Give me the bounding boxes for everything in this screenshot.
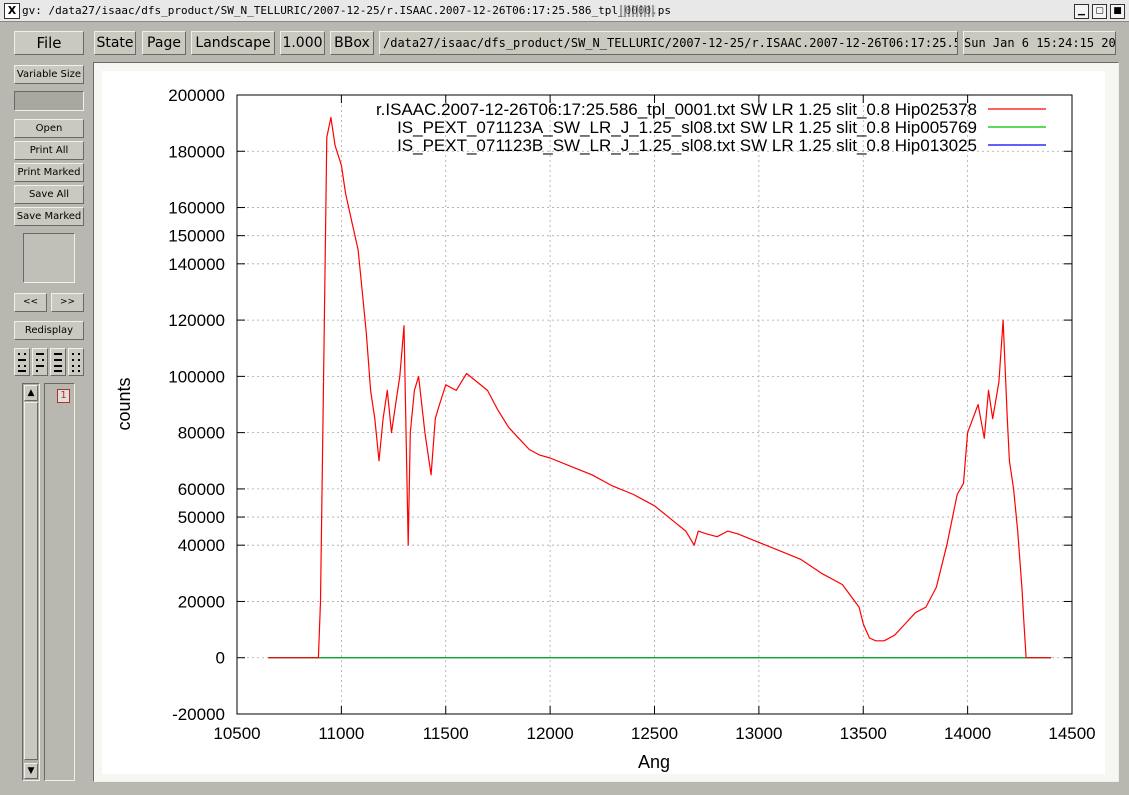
- variable-size-button[interactable]: Variable Size: [14, 65, 84, 84]
- x-tick-label: 11500: [423, 724, 469, 743]
- page-list: 1: [44, 383, 75, 781]
- page-panner[interactable]: [23, 233, 75, 283]
- legend-label: IS_PEXT_071123B_SW_LR_J_1.25_sl08.txt SW…: [397, 136, 977, 155]
- state-menu-button[interactable]: State: [94, 31, 136, 55]
- bbox-menu-button[interactable]: BBox: [330, 31, 374, 55]
- x-axis-label: Ang: [638, 752, 670, 772]
- toggle-even-pages-icon[interactable]: [32, 348, 48, 376]
- page-list-item[interactable]: 1: [57, 389, 70, 403]
- titlebar-grip: [620, 5, 656, 17]
- minimize-icon[interactable]: ▁: [1074, 4, 1089, 19]
- file-path-display: /data27/isaac/dfs_product/SW_N_TELLURIC/…: [379, 31, 958, 55]
- x-tick-label: 14500: [1048, 724, 1095, 743]
- x-tick-label: 10500: [213, 724, 260, 743]
- zoom-menu-button[interactable]: 1.000: [280, 31, 325, 55]
- open-button[interactable]: Open: [14, 119, 84, 138]
- y-tick-label: 20000: [178, 592, 225, 611]
- x-tick-label: 12500: [631, 724, 678, 743]
- y-axis-label: counts: [114, 377, 134, 430]
- page-menu-button[interactable]: Page: [142, 31, 186, 55]
- page-list-scrollbar[interactable]: ▲ ▼: [22, 383, 40, 781]
- y-tick-label: -20000: [172, 705, 225, 724]
- toggle-odd-pages-icon[interactable]: [14, 348, 30, 376]
- toggle-current-page-icon[interactable]: [50, 348, 66, 376]
- chart-ticks: 10500 11000 11500 12000 12500 13000 13500 14000…: [168, 86, 1095, 743]
- x-tick-label: 13500: [840, 724, 887, 743]
- y-tick-label: 0: [216, 649, 225, 668]
- scroll-thumb[interactable]: [24, 402, 38, 760]
- x-tick-label: 12000: [526, 724, 573, 743]
- orientation-menu-button[interactable]: Landscape: [191, 31, 275, 55]
- scroll-up-arrow-icon[interactable]: ▲: [24, 385, 38, 401]
- y-tick-label: 100000: [168, 367, 225, 386]
- y-tick-label: 50000: [178, 508, 225, 527]
- y-tick-label: 40000: [178, 536, 225, 555]
- print-all-button[interactable]: Print All: [14, 141, 84, 160]
- toolbar: File State Page Landscape 1.000 BBox /da…: [0, 22, 1129, 62]
- chart-grid: [236, 94, 1073, 715]
- x-tick-label: 13000: [735, 724, 782, 743]
- chart-series: [268, 116, 1052, 659]
- print-marked-button[interactable]: Print Marked: [14, 163, 84, 182]
- window-titlebar: X gv: /data27/isaac/dfs_product/SW_N_TEL…: [0, 0, 1129, 22]
- previous-page-button[interactable]: <<: [14, 293, 47, 312]
- series-line-1: [268, 116, 1052, 659]
- file-date-display: Sun Jan 6 15:24:15 2008: [963, 31, 1116, 55]
- y-tick-label: 160000: [168, 199, 225, 218]
- sidebar: Variable Size Open Print All Print Marke…: [0, 62, 92, 795]
- save-all-button[interactable]: Save All: [14, 185, 84, 204]
- y-tick-label: 200000: [168, 86, 225, 105]
- legend-label: r.ISAAC.2007-12-26T06:17:25.586_tpl_0001…: [376, 100, 977, 119]
- redisplay-button[interactable]: Redisplay: [14, 321, 84, 340]
- y-tick-label: 80000: [178, 424, 225, 443]
- save-marked-button[interactable]: Save Marked: [14, 207, 84, 226]
- legend-label: IS_PEXT_071123A_SW_LR_J_1.25_sl08.txt SW…: [397, 118, 977, 137]
- unmark-all-pages-icon[interactable]: [68, 348, 84, 376]
- magstep-field[interactable]: [14, 91, 84, 111]
- close-window-icon[interactable]: ■: [1110, 4, 1125, 19]
- chart: 10500 11000 11500 12000 12500 13000 13500 14000…: [114, 86, 1096, 772]
- x-tick-label: 14000: [944, 724, 991, 743]
- maximize-icon[interactable]: ▢: [1092, 4, 1107, 19]
- document-page: 10500 11000 11500 12000 12500 13000 13500 14000…: [102, 71, 1105, 774]
- window-title: gv: /data27/isaac/dfs_product/SW_N_TELLU…: [22, 4, 672, 17]
- next-page-button[interactable]: >>: [51, 293, 84, 312]
- y-tick-label: 180000: [168, 142, 225, 161]
- window-menu-icon[interactable]: X: [4, 3, 20, 19]
- y-tick-label: 120000: [168, 311, 225, 330]
- y-tick-label: 60000: [178, 480, 225, 499]
- y-tick-label: 140000: [168, 255, 225, 274]
- y-tick-label: 150000: [168, 227, 225, 246]
- chart-legend: r.ISAAC.2007-12-26T06:17:25.586_tpl_0001…: [376, 100, 1046, 155]
- scroll-down-arrow-icon[interactable]: ▼: [24, 763, 38, 779]
- x-tick-label: 11000: [318, 724, 364, 743]
- file-menu-button[interactable]: File: [14, 31, 84, 55]
